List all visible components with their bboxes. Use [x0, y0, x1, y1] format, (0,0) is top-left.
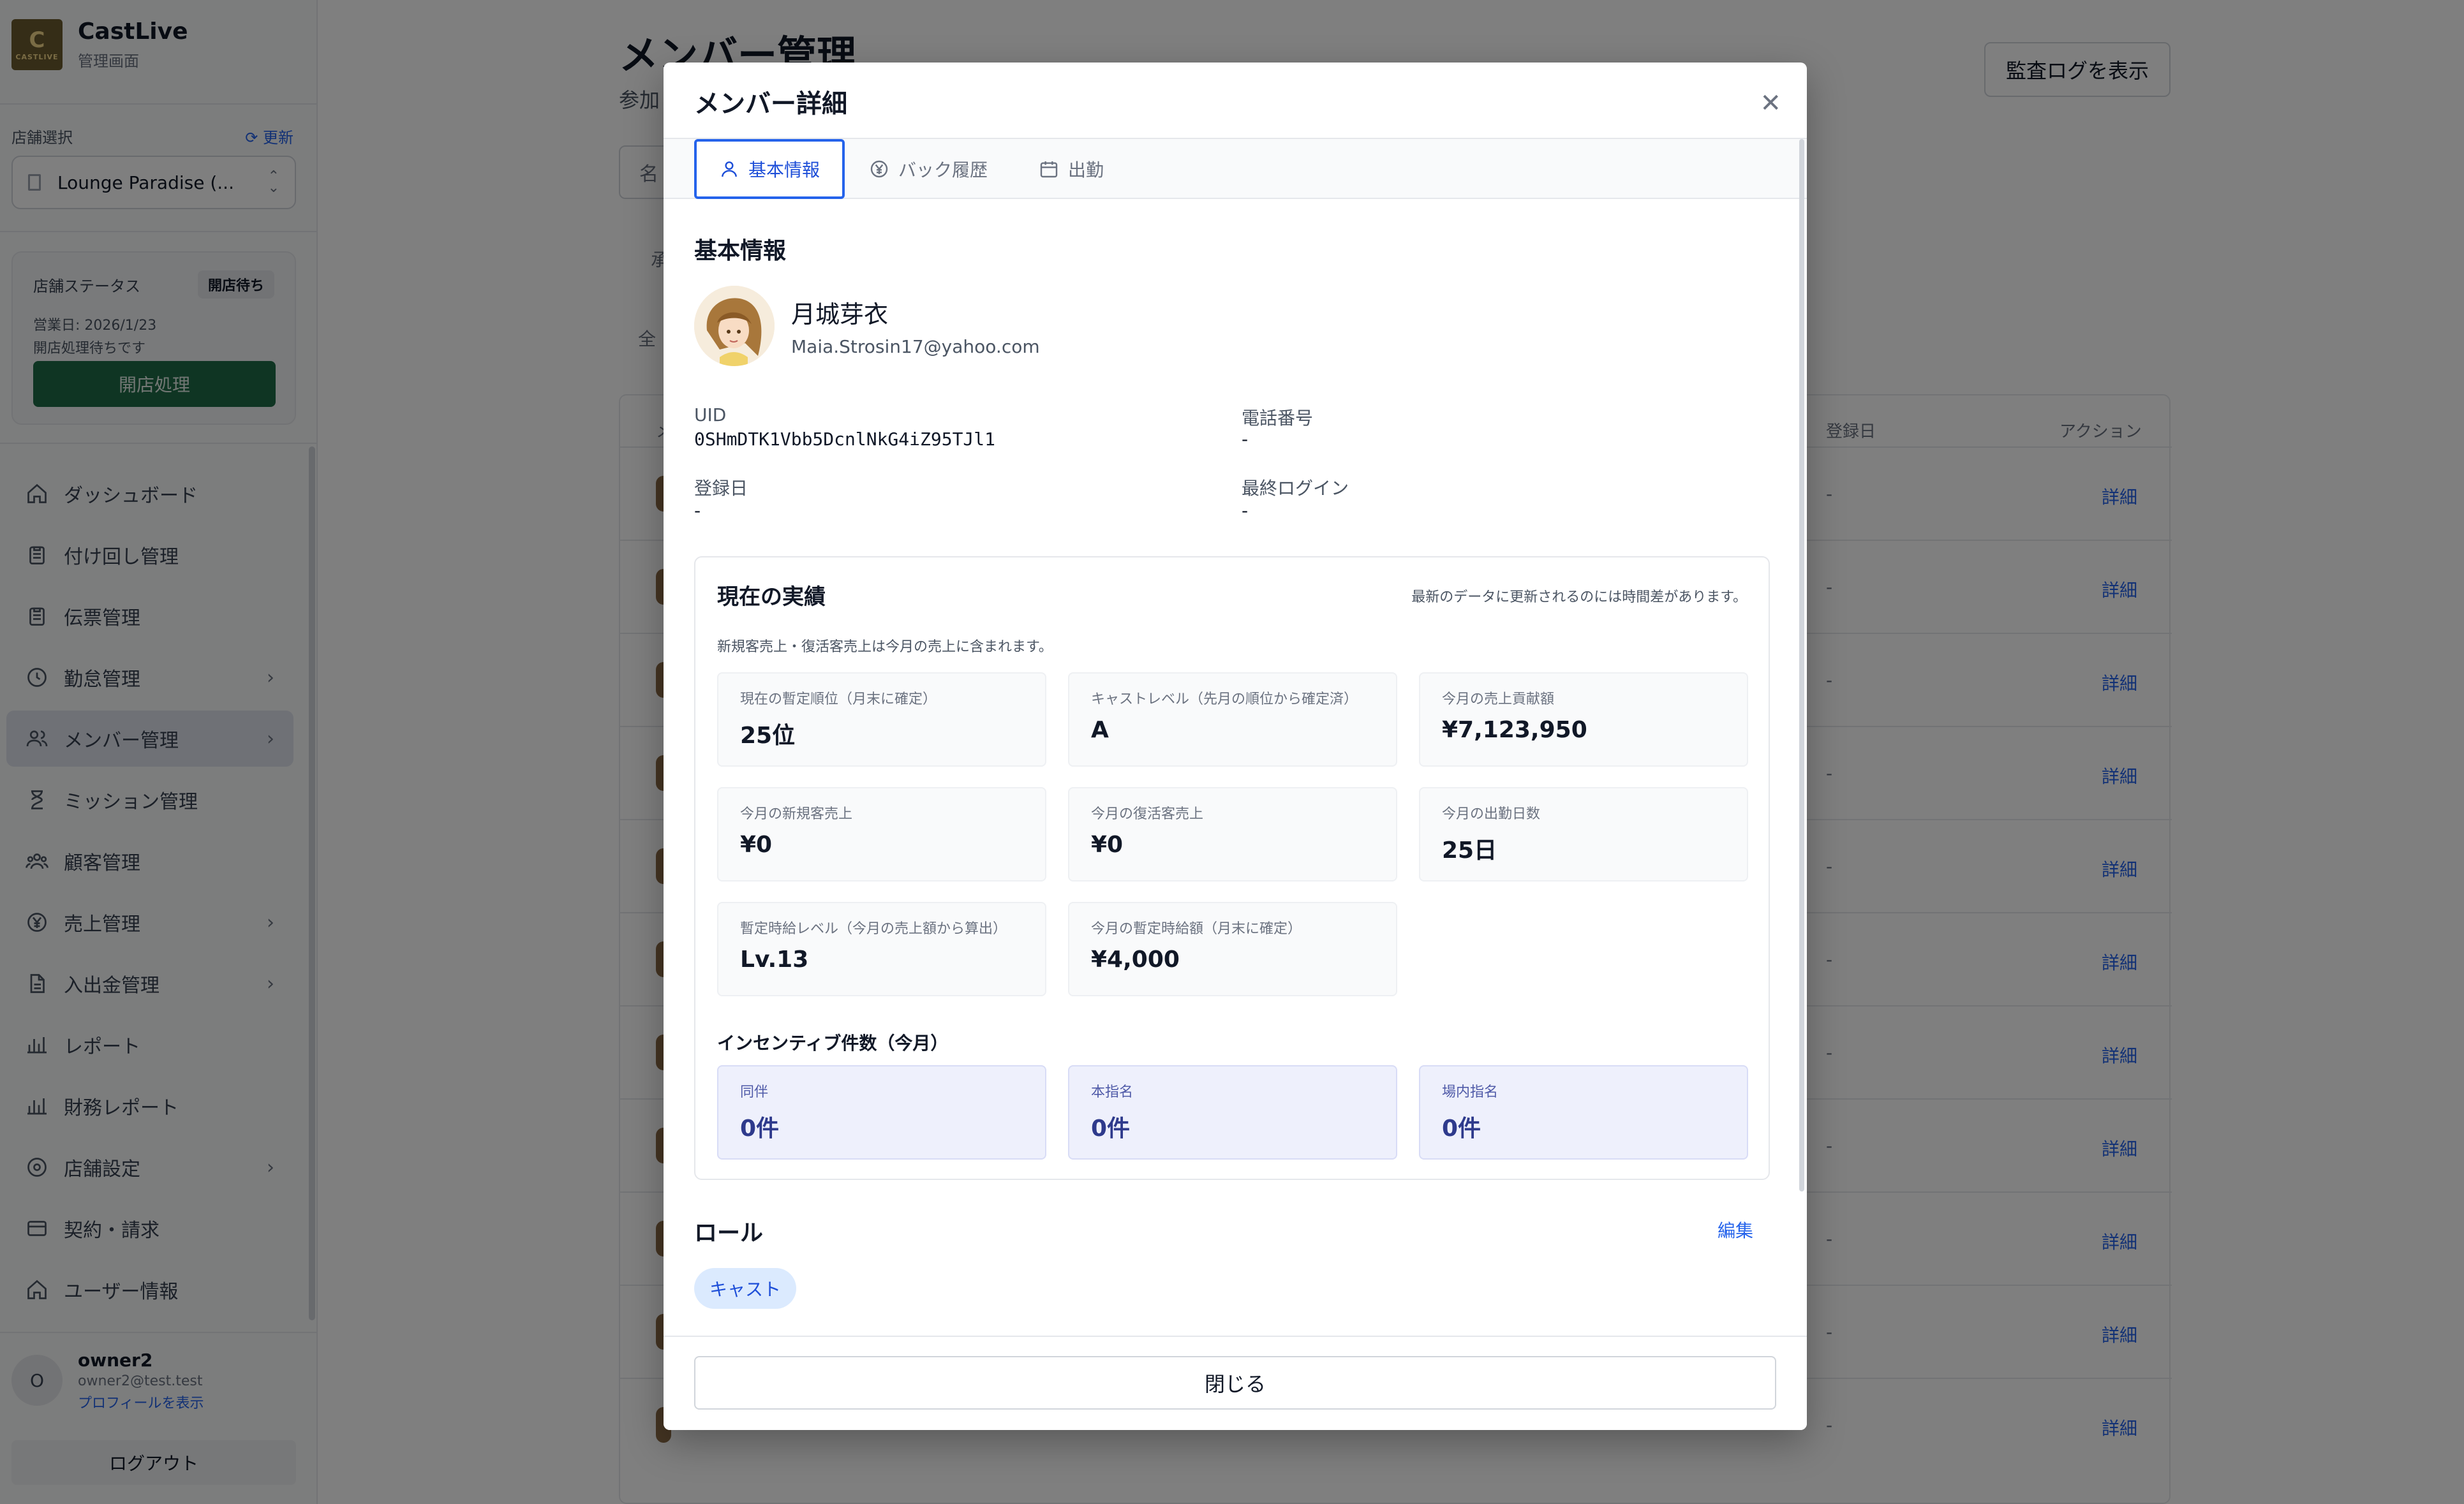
incentive-value: 0件 — [1091, 1116, 1131, 1142]
avatar — [694, 286, 775, 366]
kpi-card: キャストレベル（先月の順位から確定済） A — [1068, 672, 1397, 767]
role-edit-link[interactable]: 編集 — [1718, 1217, 1753, 1242]
close-icon[interactable]: ✕ — [1760, 91, 1781, 116]
modal-title: メンバー詳細 — [694, 89, 847, 119]
member-profile: 月城芽衣 Maia.Strosin17@yahoo.com — [694, 286, 1040, 366]
yen-circle-icon — [870, 160, 888, 178]
kpi-value: ¥0 — [740, 832, 773, 858]
performance-note: 最新のデータに更新されるのには時間差があります。 — [1411, 589, 1747, 605]
kpi-label: 今月の出勤日数 — [1442, 806, 1541, 822]
section-title-basic-info: 基本情報 — [694, 238, 787, 264]
incentive-value: 0件 — [1442, 1116, 1481, 1142]
uid-label: UID — [694, 404, 727, 425]
kpi-card: 今月の出勤日数 25日 — [1419, 787, 1748, 881]
calendar-icon — [1040, 161, 1058, 178]
tab-attendance[interactable]: 出勤 — [1039, 139, 1104, 199]
kpi-label: 今月の暫定時給額（月末に確定） — [1091, 921, 1302, 937]
kpi-card: 今月の売上貢献額 ¥7,123,950 — [1419, 672, 1748, 767]
incentive-label: 同伴 — [740, 1084, 769, 1100]
kpi-label: 暫定時給レベル（今月の売上額から算出） — [740, 921, 1007, 937]
kpi-card: 今月の新規客売上 ¥0 — [717, 787, 1046, 881]
performance-sub-note: 新規客売上・復活客売上は今月の売上に含まれます。 — [717, 639, 1053, 655]
member-name: 月城芽衣 — [791, 300, 889, 328]
kpi-value: ¥4,000 — [1091, 947, 1180, 973]
person-icon — [722, 161, 737, 177]
phone-label: 電話番号 — [1242, 408, 1314, 429]
kpi-value: Lv.13 — [740, 947, 809, 973]
registered-label: 登録日 — [694, 478, 748, 499]
modal-scrollbar[interactable] — [1799, 139, 1804, 1191]
close-button[interactable]: 閉じる — [694, 1356, 1776, 1410]
kpi-label: 今月の売上貢献額 — [1442, 691, 1555, 707]
modal-footer: 閉じる — [664, 1336, 1807, 1430]
registered-value: - — [694, 500, 701, 521]
tab-back-history[interactable]: バック履歴 — [869, 139, 988, 199]
incentive-card: 場内指名 0件 — [1419, 1065, 1748, 1160]
kpi-label: キャストレベル（先月の順位から確定済） — [1091, 691, 1358, 707]
uid-value: 0SHmDTK1Vbb5DcnlNkG4iZ95TJl1 — [694, 429, 996, 450]
performance-card: 現在の実績 最新のデータに更新されるのには時間差があります。 新規客売上・復活客… — [694, 556, 1770, 1180]
kpi-card: 今月の復活客売上 ¥0 — [1068, 787, 1397, 881]
kpi-value: A — [1091, 717, 1109, 743]
tab-label: バック履歴 — [898, 159, 988, 181]
tab-basic-info[interactable]: 基本情報 — [694, 139, 845, 199]
incentive-label: 本指名 — [1091, 1084, 1134, 1100]
kpi-label: 今月の新規客売上 — [740, 806, 853, 822]
incentive-value: 0件 — [740, 1116, 780, 1142]
role-chip: キャスト — [694, 1268, 797, 1309]
incentive-label: 場内指名 — [1442, 1084, 1499, 1100]
tab-label: 基本情報 — [748, 159, 820, 181]
kpi-value: ¥0 — [1091, 832, 1124, 858]
tab-label: 出勤 — [1068, 159, 1104, 181]
kpi-label: 現在の暫定順位（月末に確定） — [740, 691, 937, 707]
kpi-value: ¥7,123,950 — [1442, 717, 1587, 743]
kpi-label: 今月の復活客売上 — [1091, 806, 1204, 822]
kpi-value: 25位 — [740, 723, 796, 749]
incentive-title: インセンティブ件数（今月） — [717, 1033, 949, 1054]
kpi-card: 今月の暫定時給額（月末に確定） ¥4,000 — [1068, 902, 1397, 996]
role-title: ロール — [694, 1220, 764, 1246]
last-login-label: 最終ログイン — [1242, 478, 1349, 499]
modal-tabs: 基本情報 バック履歴 出勤 — [664, 138, 1807, 199]
member-detail-modal: メンバー詳細 ✕ 基本情報 バック履歴 出勤 基本情報 月城芽衣 Maia.St… — [664, 63, 1807, 1430]
last-login-value: - — [1242, 500, 1249, 521]
kpi-value: 25日 — [1442, 837, 1497, 864]
member-email: Maia.Strosin17@yahoo.com — [791, 336, 1040, 357]
phone-value: - — [1242, 429, 1249, 450]
incentive-card: 本指名 0件 — [1068, 1065, 1397, 1160]
incentive-card: 同伴 0件 — [717, 1065, 1046, 1160]
kpi-card: 現在の暫定順位（月末に確定） 25位 — [717, 672, 1046, 767]
kpi-card: 暫定時給レベル（今月の売上額から算出） Lv.13 — [717, 902, 1046, 996]
performance-title: 現在の実績 — [717, 584, 826, 610]
